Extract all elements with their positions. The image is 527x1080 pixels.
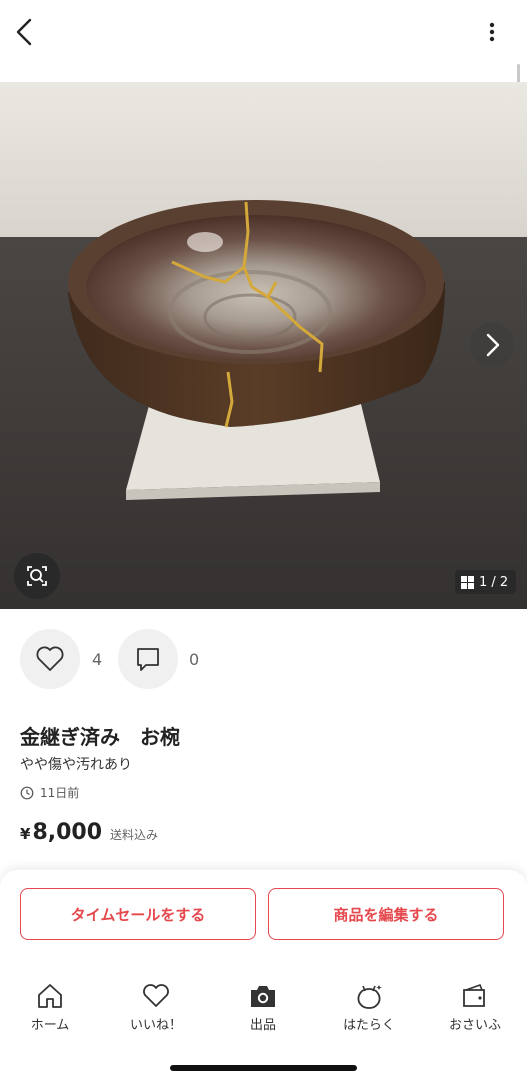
time-sale-button[interactable]: タイムセールをする [20,888,256,940]
wallet-icon [463,983,485,1007]
comment-count: 0 [189,650,200,669]
nav-home-label: ホーム [30,1018,70,1033]
edit-item-button[interactable]: 商品を編集する [268,888,504,940]
price-row: ¥8,000 送料込み [20,820,158,845]
chevron-right-icon [486,333,500,357]
nav-sell[interactable]: 出品 [223,982,303,1036]
nav-home[interactable]: ホーム [10,982,90,1036]
camera-icon [251,986,275,1007]
back-button[interactable] [10,14,40,50]
image-search-button[interactable] [14,553,60,599]
grid-icon [461,575,474,589]
work-bag-icon [357,985,382,1009]
more-vertical-icon [489,22,495,42]
heart-icon [36,646,64,671]
price-symbol: ¥ [20,825,31,843]
item-title: 金継ぎ済み お椀 [20,725,180,749]
more-menu-button[interactable] [478,18,506,48]
nav-work[interactable]: はたらく [329,982,409,1036]
comment-button[interactable] [118,629,178,689]
image-counter[interactable]: 1 / 2 [455,570,517,594]
nav-wallet[interactable]: おさいふ [435,982,515,1036]
image-counter-text: 1 / 2 [479,574,509,590]
comment-icon [137,648,159,671]
nav-likes[interactable]: いいね！ [116,982,196,1036]
nav-likes-label: いいね！ [129,1018,182,1033]
posted-time: 11日前 [20,784,79,801]
top-bar [0,0,527,64]
like-count: 4 [92,650,103,669]
nav-work-label: はたらく [343,1018,395,1033]
like-button[interactable] [20,629,80,689]
kintsugi-bowl-image [0,82,527,609]
shipping-label: 送料込み [110,828,159,842]
next-image-button[interactable] [470,323,514,367]
heart-icon [143,984,169,1007]
scan-search-icon [27,566,47,586]
posted-time-text: 11日前 [40,786,80,800]
chevron-left-icon [16,18,32,46]
home-icon [38,984,62,1008]
product-photo[interactable] [0,82,527,609]
nav-wallet-label: おさいふ [448,1018,501,1033]
item-condition: やや傷や汚れあり [20,757,132,773]
clock-icon [20,786,34,799]
nav-sell-label: 出品 [249,1018,276,1033]
item-price: ¥8,000 [20,820,102,845]
home-indicator [170,1065,357,1071]
price-value: 8,000 [32,820,103,845]
